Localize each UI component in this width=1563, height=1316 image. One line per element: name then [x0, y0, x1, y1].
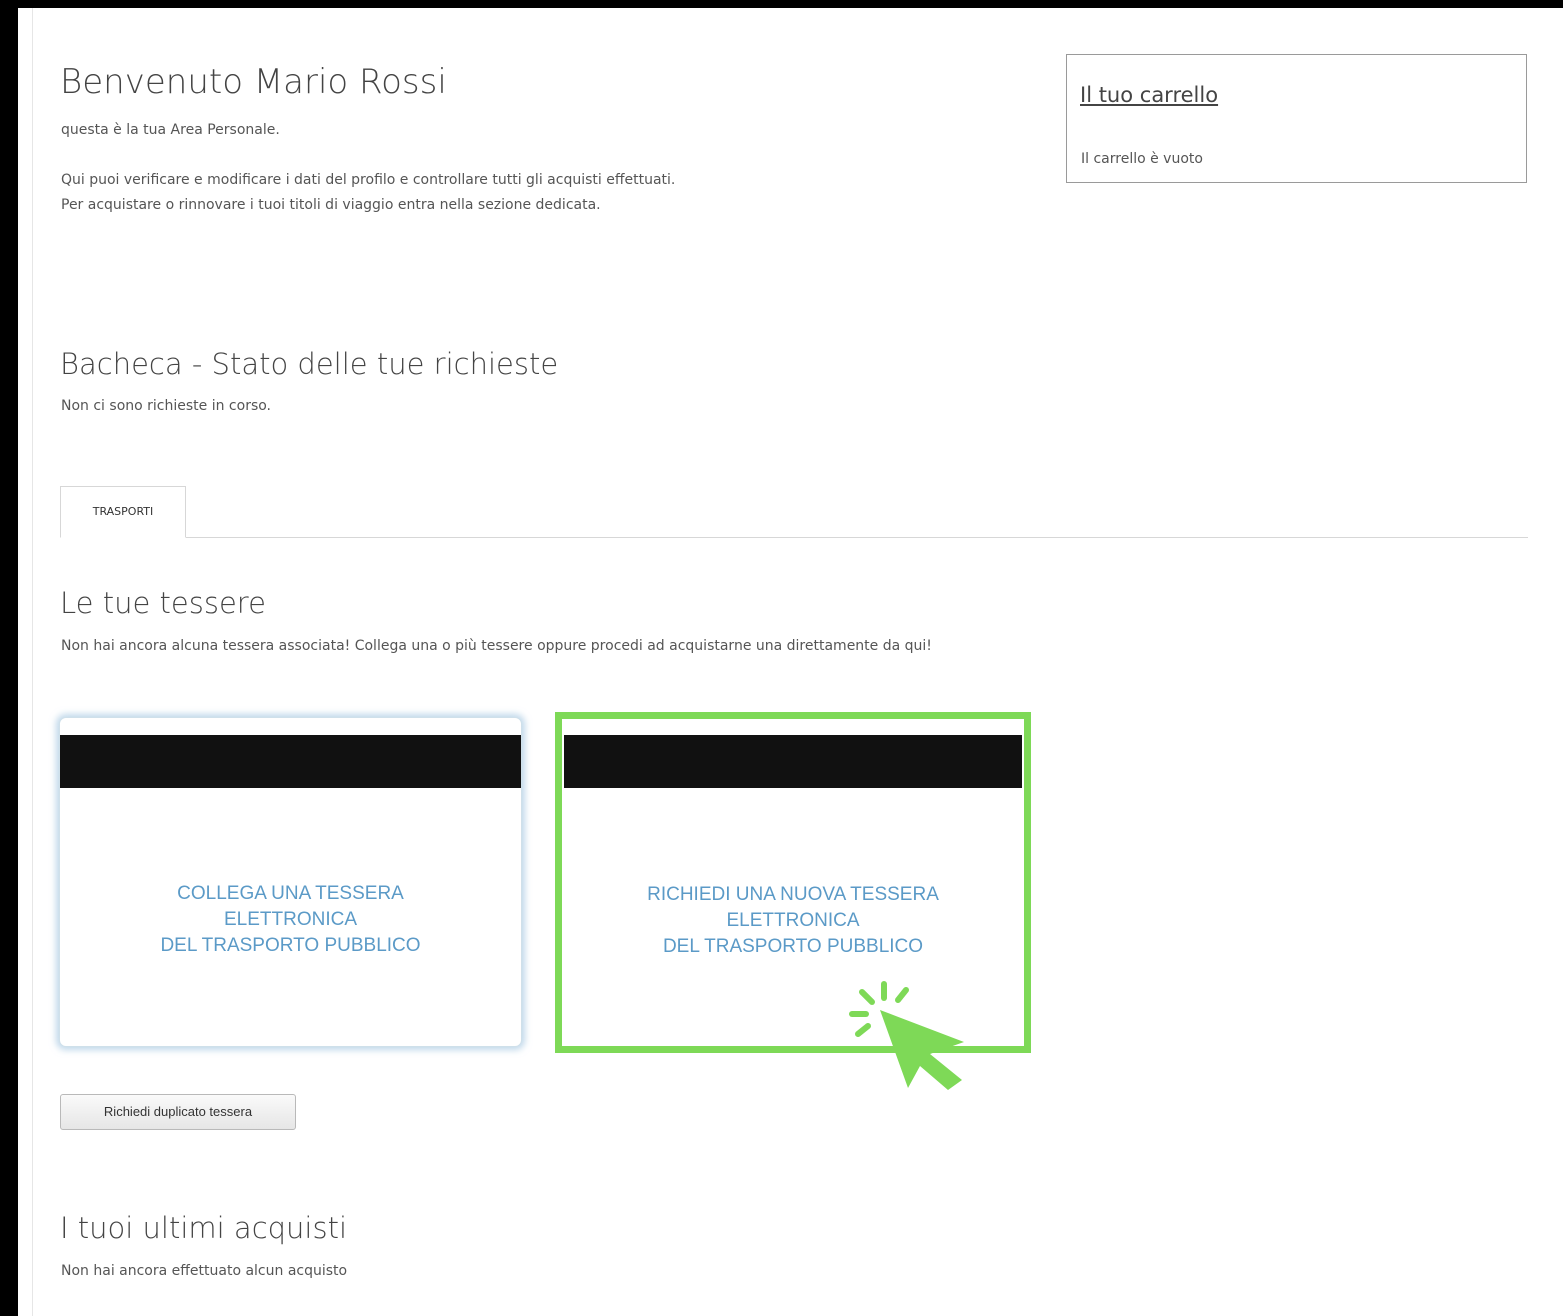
link-card-button[interactable]: COLLEGA UNA TESSERA ELETTRONICA DEL TRAS… — [59, 717, 522, 1047]
tessere-description: Non hai ancora alcuna tessera associata!… — [61, 638, 932, 654]
card-magnetic-stripe — [60, 735, 521, 788]
cart-status: Il carrello è vuoto — [1081, 151, 1203, 167]
click-ray — [855, 1023, 871, 1037]
tab-trasporti[interactable]: TRASPORTI — [60, 486, 186, 538]
cart-box: Il tuo carrello Il carrello è vuoto — [1066, 54, 1527, 183]
welcome-subtitle: questa è la tua Area Personale. — [61, 122, 280, 138]
frame-left — [0, 0, 18, 1316]
bacheca-status: Non ci sono richieste in corso. — [61, 398, 272, 414]
content-divider — [32, 8, 33, 1316]
click-ray — [859, 989, 875, 1005]
cart-link[interactable]: Il tuo carrello — [1080, 83, 1218, 107]
tabs-divider — [60, 537, 1528, 538]
pointer-arrow — [880, 1010, 964, 1090]
acquisti-title: I tuoi ultimi acquisti — [60, 1211, 348, 1245]
link-card-label: COLLEGA UNA TESSERA ELETTRONICA DEL TRAS… — [160, 883, 421, 956]
card-magnetic-stripe — [564, 735, 1022, 788]
welcome-description-line-1: Qui puoi verificare e modificare i dati … — [61, 172, 676, 188]
acquisti-status: Non hai ancora effettuato alcun acquisto — [61, 1263, 348, 1279]
request-new-card-label: RICHIEDI UNA NUOVA TESSERA ELETTRONICA D… — [647, 884, 939, 957]
click-ray — [895, 987, 909, 1003]
frame-top — [0, 0, 1563, 8]
welcome-description-line-2: Per acquistare o rinnovare i tuoi titoli… — [61, 197, 601, 213]
bacheca-title: Bacheca - Stato delle tue richieste — [60, 347, 559, 381]
click-pointer-icon — [849, 981, 964, 1090]
duplicate-card-button[interactable]: Richiedi duplicato tessera — [60, 1094, 296, 1130]
tessere-title: Le tue tessere — [60, 586, 266, 620]
welcome-title: Benvenuto Mario Rossi — [60, 62, 447, 102]
